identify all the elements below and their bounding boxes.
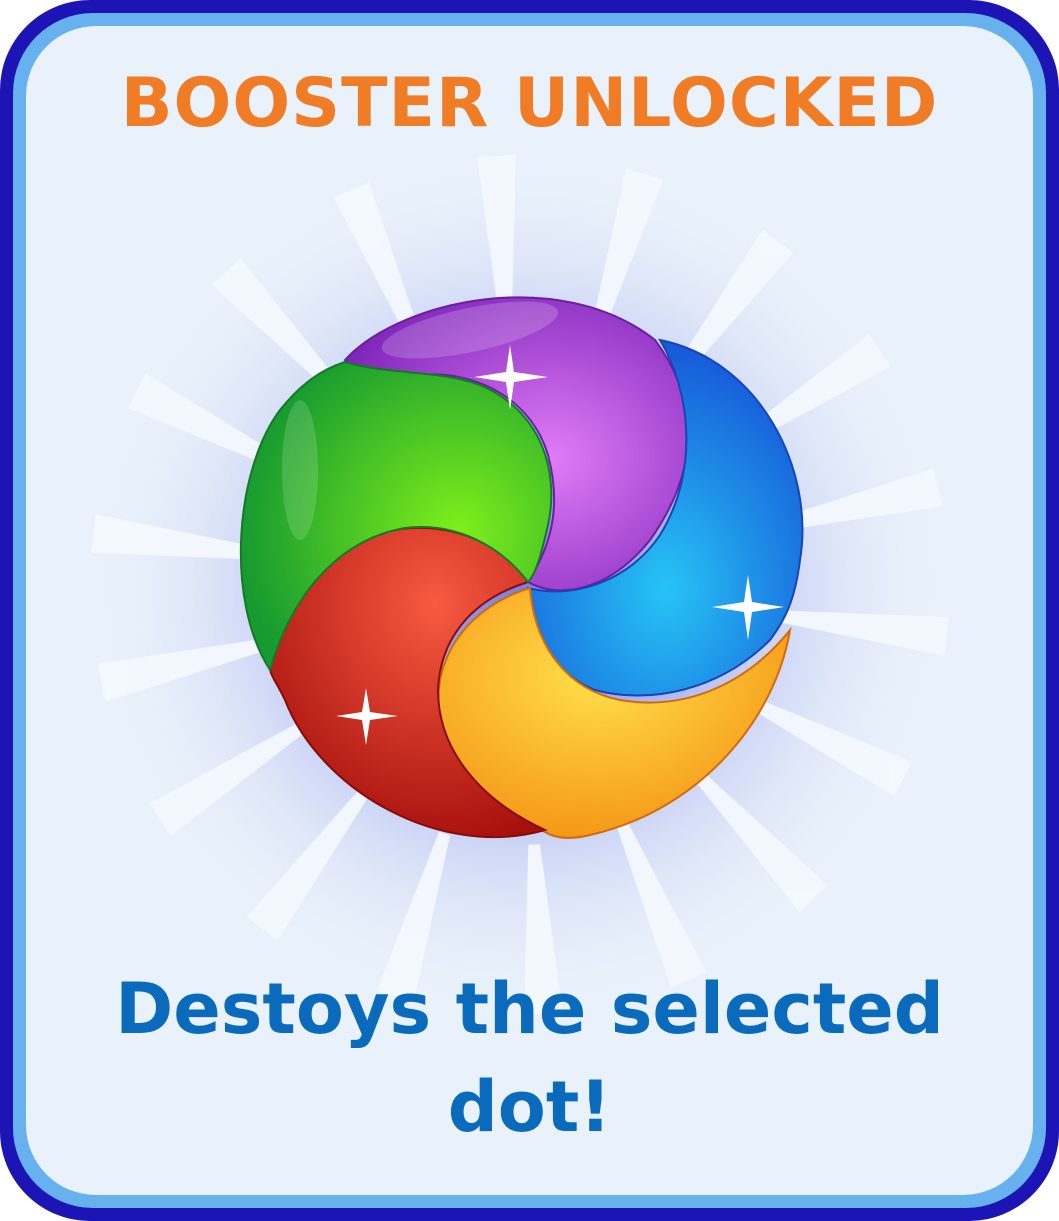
swirl-orb-icon <box>239 296 804 839</box>
dialog-title: BOOSTER UNLOCKED <box>120 64 939 143</box>
booster-description: Destoys the selected dot! <box>115 968 944 1148</box>
